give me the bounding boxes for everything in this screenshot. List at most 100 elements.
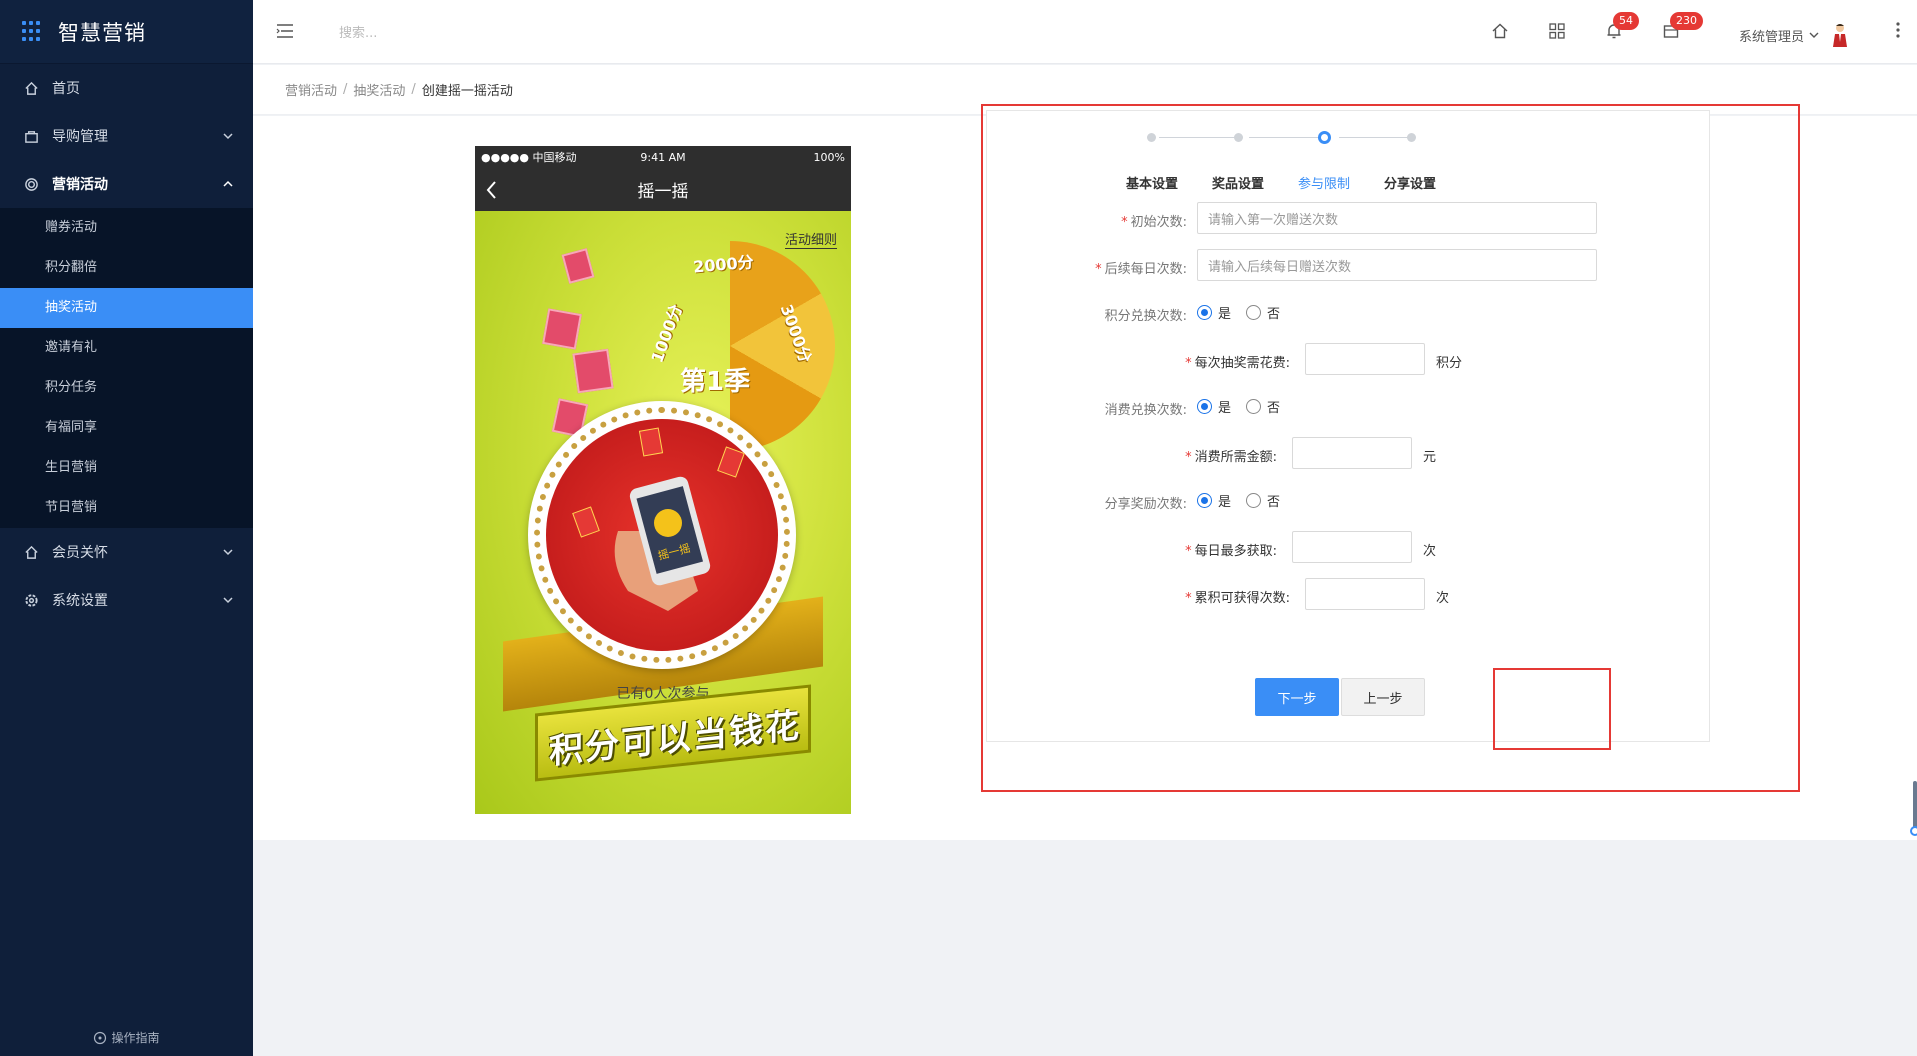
sidebar-item-home[interactable]: 首页	[0, 64, 253, 112]
points-cost-label: * 每次抽奖需花费:	[1185, 356, 1290, 371]
lottery-poster-image: 活动细则 1000分 2000分 3000分 第1季 摇一摇 已有0人次参与 积…	[475, 211, 851, 814]
guide-label: 操作指南	[111, 1031, 160, 1045]
chevron-down-icon	[223, 133, 233, 140]
spend-amount-input[interactable]	[1292, 437, 1412, 469]
phone-nav-bar: 摇一摇	[475, 168, 851, 211]
sidebar-item-member-care[interactable]: 会员关怀	[0, 528, 253, 576]
sidebar-nav-lower: 会员关怀 系统设置	[0, 528, 253, 624]
sidebar-item-label: 营销活动	[52, 177, 108, 193]
menu-toggle-icon[interactable]	[275, 22, 295, 40]
apps-grid-icon	[22, 20, 44, 43]
next-step-button[interactable]: 下一步	[1255, 678, 1339, 716]
daily-times-label: * 后续每日次数:	[1095, 262, 1187, 277]
user-menu[interactable]: 系统管理员	[1739, 22, 1850, 48]
back-arrow-icon	[486, 181, 496, 199]
share-reward-no-radio[interactable]: 否	[1246, 491, 1280, 510]
avatar	[1833, 24, 1848, 47]
prev-step-button[interactable]: 上一步	[1341, 678, 1425, 716]
step-participation-limit[interactable]: 参与限制	[1279, 173, 1369, 192]
time-text: 9:41 AM	[640, 150, 686, 164]
sidebar-item-label: 系统设置	[52, 593, 108, 609]
points-exchange-label: 积分兑换次数:	[1104, 309, 1187, 324]
breadcrumb-item[interactable]: 营销活动	[285, 80, 337, 99]
initial-times-input[interactable]: 请输入第一次赠送次数	[1197, 202, 1597, 234]
participation-limit-form: 基本设置 奖品设置 参与限制 分享设置 * 初始次数: 请输入第一次赠送次数 * 后…	[986, 110, 1710, 742]
sidebar-item-label: 首页	[52, 81, 80, 97]
bell-icon[interactable]: 54	[1605, 12, 1639, 40]
currency-unit: 元	[1423, 450, 1437, 465]
chevron-down-icon	[223, 549, 233, 556]
sidebar: 智慧营销 首页 导购管理 营销活动 赠券活动 积分翻倍 抽奖活动 邀请有礼 积分…	[0, 0, 253, 1056]
season-label: 第1季	[680, 367, 751, 397]
more-vertical-icon[interactable]	[1895, 20, 1901, 40]
sidebar-item-double-points[interactable]: 积分翻倍	[0, 248, 253, 288]
logo[interactable]: 智慧营销	[0, 0, 253, 64]
scrollbar-thumb[interactable]	[1913, 781, 1917, 831]
app-title: 智慧营销	[58, 20, 146, 45]
step-basic-settings[interactable]: 基本设置	[1107, 173, 1197, 192]
scroll-handle[interactable]	[1910, 826, 1917, 836]
spend-exchange-label: 消费兑换次数:	[1104, 403, 1187, 418]
points-cost-input[interactable]	[1305, 343, 1425, 375]
chevron-up-icon	[223, 180, 233, 187]
sidebar-item-birthday[interactable]: 生日营销	[0, 448, 253, 488]
total-max-label: * 累积可获得次数:	[1185, 591, 1290, 606]
message-icon[interactable]: 230	[1662, 12, 1703, 40]
rules-link: 活动细则	[784, 229, 837, 249]
daily-max-input[interactable]	[1292, 531, 1412, 563]
total-max-input[interactable]	[1305, 578, 1425, 610]
sidebar-item-lottery[interactable]: 抽奖活动	[0, 288, 253, 328]
points-exchange-no-radio[interactable]: 否	[1246, 303, 1280, 322]
initial-times-label: * 初始次数:	[1121, 215, 1187, 230]
share-reward-yes-radio[interactable]: 是	[1197, 491, 1231, 510]
gear-icon	[22, 591, 40, 609]
points-unit: 积分	[1436, 356, 1463, 371]
phone-in-hand-image: 摇一摇	[614, 476, 711, 611]
chevron-down-icon	[223, 597, 233, 604]
help-icon	[94, 1031, 107, 1044]
bag-icon	[22, 127, 40, 145]
wizard-steps: 基本设置 奖品设置 参与限制 分享设置	[987, 131, 1711, 192]
next-button-highlight-outline	[1493, 668, 1611, 750]
phone-preview: ●●●●● 中国移动 9:41 AM 100% 摇一摇 活动细则 1000分 2…	[475, 146, 851, 814]
main-content: ●●●●● 中国移动 9:41 AM 100% 摇一摇 活动细则 1000分 2…	[253, 104, 1917, 840]
step-prize-settings[interactable]: 奖品设置	[1193, 173, 1283, 192]
sidebar-item-settings[interactable]: 系统设置	[0, 576, 253, 624]
sidebar-item-coupon[interactable]: 赠券活动	[0, 208, 253, 248]
sidebar-item-marketing[interactable]: 营销活动	[0, 160, 253, 208]
times-unit: 次	[1423, 544, 1437, 559]
sidebar-item-label: 会员关怀	[52, 545, 108, 561]
sidebar-item-share-fortune[interactable]: 有福同享	[0, 408, 253, 448]
message-badge: 230	[1670, 12, 1703, 30]
breadcrumb-item[interactable]: 抽奖活动	[353, 80, 405, 99]
spend-exchange-no-radio[interactable]: 否	[1246, 397, 1280, 416]
operation-guide-link[interactable]: 操作指南	[0, 1029, 253, 1046]
notification-badge: 54	[1613, 12, 1639, 30]
share-reward-label: 分享奖励次数:	[1104, 497, 1187, 512]
daily-times-input[interactable]: 请输入后续每日赠送次数	[1197, 249, 1597, 281]
home-icon	[22, 543, 40, 561]
times-unit: 次	[1436, 591, 1450, 606]
spend-amount-label: * 消费所需金额:	[1185, 450, 1277, 465]
breadcrumb-current: 创建摇一摇活动	[421, 84, 513, 99]
step-dot-active	[1318, 131, 1331, 144]
step-share-settings[interactable]: 分享设置	[1365, 173, 1455, 192]
apps-icon[interactable]	[1548, 22, 1566, 40]
sidebar-item-guide-management[interactable]: 导购管理	[0, 112, 253, 160]
points-exchange-yes-radio[interactable]: 是	[1197, 303, 1231, 322]
sidebar-item-holiday[interactable]: 节日营销	[0, 488, 253, 528]
marketing-submenu: 赠券活动 积分翻倍 抽奖活动 邀请有礼 积分任务 有福同享 生日营销 节日营销	[0, 208, 253, 528]
spend-exchange-yes-radio[interactable]: 是	[1197, 397, 1231, 416]
step-dot	[1234, 133, 1243, 142]
phone-title: 摇一摇	[637, 182, 689, 202]
chevron-down-icon	[1809, 32, 1819, 38]
home-icon[interactable]	[1491, 22, 1509, 40]
user-name: 系统管理员	[1739, 29, 1805, 45]
sidebar-item-invite[interactable]: 邀请有礼	[0, 328, 253, 368]
search-input[interactable]	[339, 20, 539, 46]
target-icon	[22, 175, 40, 193]
shake-disc-image: 摇一摇	[528, 401, 796, 669]
step-dot	[1407, 133, 1416, 142]
sidebar-item-label: 导购管理	[52, 129, 108, 145]
sidebar-item-points-task[interactable]: 积分任务	[0, 368, 253, 408]
